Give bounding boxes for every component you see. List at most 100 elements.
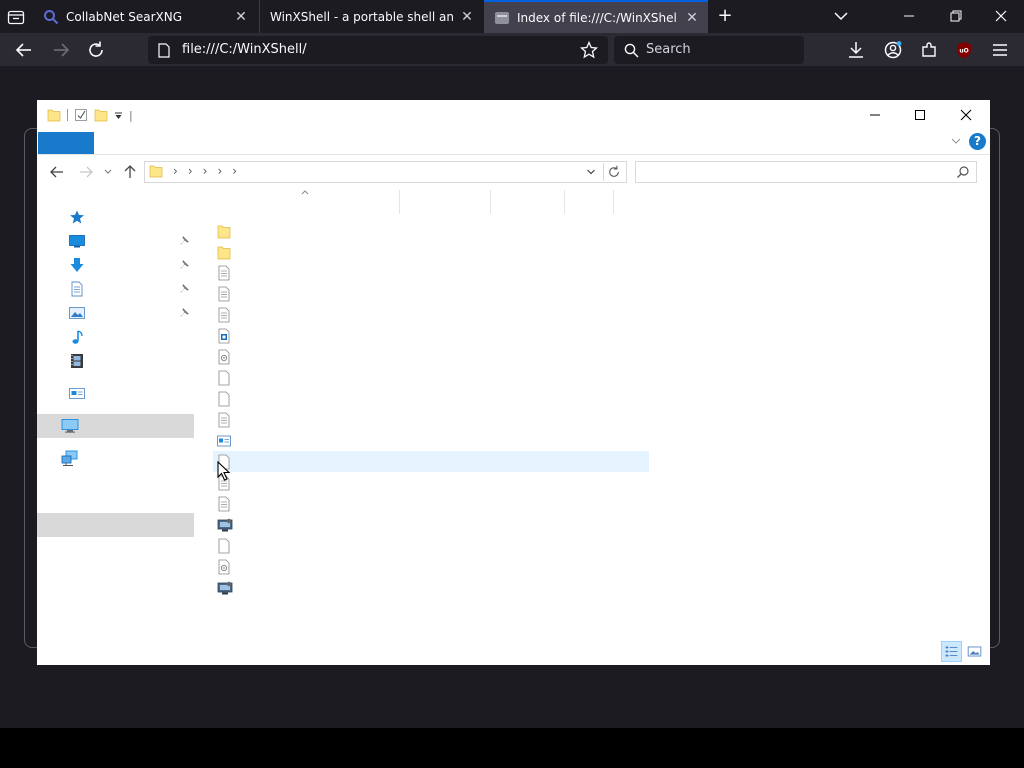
list-item[interactable] xyxy=(213,535,613,556)
pin-icon[interactable] xyxy=(179,283,190,294)
browser-search-bar[interactable]: Search xyxy=(614,36,804,64)
firefox-view-icon[interactable] xyxy=(7,9,25,25)
breadcrumb-separator[interactable]: › xyxy=(188,164,193,178)
documents-icon xyxy=(71,281,83,297)
breadcrumb-separator[interactable]: › xyxy=(173,164,178,178)
extensions-icon[interactable] xyxy=(918,39,940,61)
breadcrumb-separator[interactable]: › xyxy=(232,164,237,178)
list-item[interactable] xyxy=(213,409,613,430)
back-arrow-icon[interactable] xyxy=(13,39,35,61)
menu-hamburger-icon[interactable] xyxy=(989,39,1011,61)
list-item[interactable] xyxy=(213,577,613,598)
reload-icon[interactable] xyxy=(85,39,107,61)
pictures-icon xyxy=(69,307,85,319)
minimize-window-button[interactable] xyxy=(897,5,921,27)
address-bar[interactable]: › › › › › xyxy=(144,161,627,183)
blank-file-icon xyxy=(218,538,230,554)
list-item[interactable] xyxy=(213,388,613,409)
breadcrumb-separator[interactable]: › xyxy=(203,164,208,178)
forward-icon[interactable] xyxy=(78,164,94,180)
list-item[interactable] xyxy=(213,367,613,388)
list-item[interactable] xyxy=(213,220,613,241)
url-bar[interactable]: file:///C:/WinXShell/ xyxy=(148,36,608,64)
tab-index-of-file[interactable]: Index of file:///C:/WinXShell/ ✕ xyxy=(484,0,708,33)
back-icon[interactable] xyxy=(49,164,65,180)
close-window-button[interactable] xyxy=(989,5,1013,27)
tab-title: CollabNet SearXNG xyxy=(66,9,183,24)
url-text[interactable]: file:///C:/WinXShell/ xyxy=(182,42,307,57)
close-tab-icon[interactable]: ✕ xyxy=(233,9,249,25)
list-item[interactable] xyxy=(213,556,613,577)
explorer-maximize-button[interactable] xyxy=(909,105,931,125)
column-divider[interactable] xyxy=(490,190,491,214)
recent-locations-chevron-icon[interactable] xyxy=(103,164,113,180)
search-placeholder: Search xyxy=(646,42,691,57)
large-icons-view-icon[interactable] xyxy=(964,641,985,662)
nav-item-network[interactable] xyxy=(37,446,194,470)
list-item[interactable] xyxy=(213,325,613,346)
sort-ascending-icon[interactable] xyxy=(300,188,310,196)
list-item[interactable] xyxy=(213,472,613,493)
tab-bar: CollabNet SearXNG ✕ WinXShell - a portab… xyxy=(0,0,1024,33)
forward-arrow-icon[interactable] xyxy=(50,39,72,61)
refresh-icon[interactable] xyxy=(603,163,625,181)
list-item[interactable] xyxy=(213,262,613,283)
nav-item-music[interactable] xyxy=(37,325,194,349)
executable-icon xyxy=(217,581,233,595)
column-divider[interactable] xyxy=(564,190,565,214)
pin-icon[interactable] xyxy=(179,307,190,318)
column-divider[interactable] xyxy=(399,190,400,214)
close-tab-icon[interactable]: ✕ xyxy=(459,9,475,25)
up-arrow-icon[interactable] xyxy=(122,164,138,180)
explorer-close-button[interactable] xyxy=(955,105,977,125)
tab-title: Index of file:///C:/WinXShell/ xyxy=(517,10,678,25)
svg-text:uO: uO xyxy=(959,48,968,55)
list-item[interactable] xyxy=(213,241,613,262)
tab-searxng[interactable]: CollabNet SearXNG ✕ xyxy=(33,0,257,33)
file-menu-tab[interactable] xyxy=(38,132,94,154)
breadcrumb-separator[interactable]: › xyxy=(217,164,222,178)
ublock-origin-icon[interactable]: uO xyxy=(953,39,975,61)
bookmark-star-icon[interactable] xyxy=(580,41,598,59)
nav-item-onedrive[interactable] xyxy=(37,381,194,405)
list-item-hovered[interactable] xyxy=(213,451,649,472)
list-item[interactable] xyxy=(213,304,613,325)
explorer-search-box[interactable] xyxy=(635,161,977,183)
column-divider[interactable] xyxy=(613,190,614,214)
nav-item-desktop[interactable] xyxy=(37,229,194,253)
nav-item-this-pc-selected[interactable] xyxy=(37,414,194,438)
list-all-tabs-chevron-icon[interactable] xyxy=(832,8,850,24)
details-view-icon[interactable] xyxy=(941,641,962,662)
window-file-icon xyxy=(217,435,231,447)
explorer-minimize-button[interactable] xyxy=(864,105,886,125)
list-item[interactable] xyxy=(213,346,613,367)
list-item[interactable] xyxy=(213,430,613,451)
account-icon[interactable] xyxy=(882,39,904,61)
close-tab-icon[interactable]: ✕ xyxy=(684,10,700,26)
customize-toolbar-dropdown-icon[interactable] xyxy=(114,111,123,120)
nav-item-pictures[interactable] xyxy=(37,301,194,325)
nav-item-this-pc[interactable] xyxy=(37,513,194,537)
pin-icon[interactable] xyxy=(179,235,190,246)
list-item[interactable] xyxy=(213,514,613,535)
expand-ribbon-chevron-icon[interactable] xyxy=(950,135,962,147)
view-mode-buttons xyxy=(941,641,985,663)
nav-item-videos[interactable] xyxy=(37,349,194,373)
folder-icon xyxy=(47,109,61,122)
restore-window-button[interactable] xyxy=(943,5,967,27)
tab-winxshell[interactable]: WinXShell - a portable shell and zero ✕ xyxy=(259,0,483,33)
nav-item-quick-access[interactable] xyxy=(37,205,194,229)
nav-item-downloads[interactable] xyxy=(37,253,194,277)
page-favicon-icon xyxy=(495,11,509,24)
new-tab-button[interactable]: + xyxy=(715,6,735,26)
downloads-icon[interactable] xyxy=(845,39,867,61)
help-button[interactable]: ? xyxy=(969,133,986,150)
pin-icon[interactable] xyxy=(179,259,190,270)
new-folder-icon[interactable] xyxy=(94,108,108,122)
nav-item-documents[interactable] xyxy=(37,277,194,301)
network-icon xyxy=(61,450,78,466)
address-dropdown-chevron-icon[interactable] xyxy=(586,167,596,177)
properties-check-icon[interactable] xyxy=(74,108,88,122)
list-item[interactable] xyxy=(213,283,613,304)
list-item[interactable] xyxy=(213,493,613,514)
